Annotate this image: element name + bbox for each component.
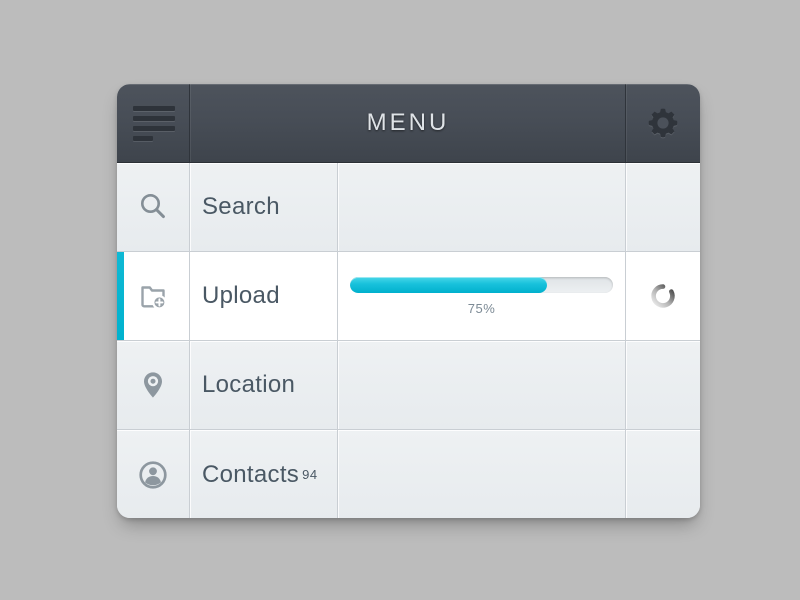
row-content-cell [338,341,626,429]
hamburger-line [132,115,175,121]
row-content-cell: 75% [338,252,626,340]
menu-item-label: Search [202,193,280,220]
map-pin-icon [144,372,162,398]
menu-row-location[interactable]: Location [117,341,700,430]
active-row-indicator [117,252,124,340]
row-icon-cell [117,430,190,518]
menu-row-search[interactable]: Search [117,163,700,252]
contact-avatar-icon [139,460,167,489]
menu-row-upload[interactable]: Upload 75% [117,252,700,341]
gear-icon[interactable] [643,103,683,143]
panel-header: MENU [117,84,700,163]
row-label-cell: Search [190,163,338,251]
row-label-cell: Contacts 94 [190,430,338,518]
menu-item-label: Upload [202,282,280,309]
hamburger-line [132,135,153,141]
row-icon-cell [117,252,190,340]
hamburger-line [132,125,175,131]
progress-track[interactable] [350,276,613,293]
settings-button[interactable] [626,84,700,162]
hamburger-icon[interactable] [132,105,175,141]
row-label-cell: Location [190,341,338,429]
row-content-cell [338,430,626,518]
row-icon-cell [117,341,190,429]
loading-spinner-icon [651,284,675,308]
page-title: MENU [366,109,450,136]
row-extra-cell [626,430,700,518]
progress-fill [350,276,548,293]
search-icon [141,194,165,219]
menu-panel: MENU Search Upload 75% Location Contacts… [117,84,700,518]
row-label-cell: Upload [190,252,338,340]
row-icon-cell [117,163,190,251]
row-extra-cell [626,252,700,340]
row-extra-cell [626,163,700,251]
hamburger-line [132,105,175,111]
row-content-cell [338,163,626,251]
progress-percent-label: 75% [467,300,496,316]
menu-item-label: Location [202,371,296,398]
contacts-count-badge: 94 [302,467,318,482]
menu-row-list: Search Upload 75% Location Contacts 94 [117,163,700,518]
menu-toggle-button[interactable] [117,84,190,162]
row-extra-cell [626,341,700,429]
menu-row-contacts[interactable]: Contacts 94 [117,430,700,518]
panel-title-cell: MENU [190,84,626,162]
folder-add-icon [141,286,167,310]
upload-progress: 75% [350,276,613,316]
menu-item-label: Contacts [202,460,300,488]
